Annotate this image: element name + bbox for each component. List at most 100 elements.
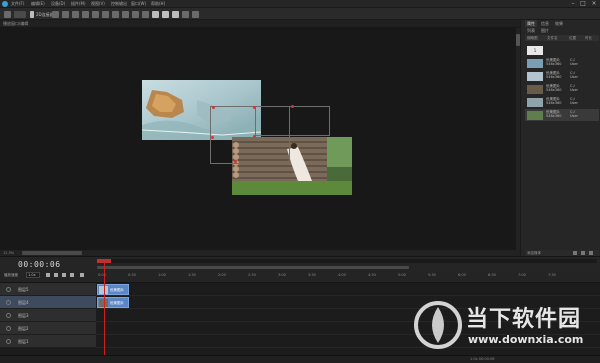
minimize-icon[interactable]: – (568, 0, 578, 8)
menu-file[interactable]: 文件(F) (11, 1, 24, 7)
tick: 7:30 (548, 273, 556, 277)
transform-handle[interactable] (253, 135, 256, 138)
timeline-zoom-slider[interactable] (97, 266, 409, 269)
select-tool-icon[interactable] (52, 11, 59, 18)
track-label: 图层1 (18, 339, 29, 344)
play-icon[interactable] (54, 273, 58, 277)
transform-handle[interactable] (234, 160, 237, 163)
media-name: 优美图片 546x360 (546, 97, 562, 105)
visibility-icon[interactable] (6, 339, 11, 344)
mode-icon[interactable] (30, 11, 34, 18)
tick: 7:00 (518, 273, 526, 277)
subtab-image[interactable]: 图片 (539, 27, 551, 34)
shape-tool-icon[interactable] (162, 11, 169, 18)
col-thumb[interactable]: 缩略图 (527, 36, 538, 41)
move-tool-icon[interactable] (62, 11, 69, 18)
col-location[interactable]: 位置 (569, 36, 576, 41)
tick: 3:00 (278, 273, 286, 277)
menu-plugin[interactable]: 插件(M) (71, 1, 86, 7)
timeline-ruler[interactable]: 播放速度 1.0x 0:00 0:30 1:00 1:30 2:00 2:30 … (0, 271, 600, 283)
tick: 3:30 (308, 273, 316, 277)
media-name: 优美图片 546x360 (546, 58, 562, 66)
mode-label[interactable]: 2D连接器 (36, 12, 54, 18)
timeline-clip[interactable]: 优美图片 (97, 297, 129, 308)
track-header[interactable]: 图层3 (0, 309, 96, 322)
scrub-bar[interactable] (97, 259, 597, 263)
subtab-list[interactable]: 列表 (525, 27, 537, 34)
track-header[interactable]: 图层5 (0, 283, 96, 296)
track-lane[interactable]: 优美图片 (96, 283, 600, 296)
preview-viewer[interactable]: 播放窗口/编辑 (0, 20, 520, 274)
media-item[interactable]: 1 (525, 44, 599, 56)
flip-icon[interactable] (142, 11, 149, 18)
transport-bar: 00:00:06 (0, 256, 600, 271)
tab-properties[interactable]: 属性 (525, 20, 537, 27)
export-icon[interactable] (192, 11, 199, 18)
menu-device[interactable]: 设备(D) (51, 1, 65, 7)
app-logo-icon (2, 1, 8, 7)
menu-view[interactable]: 视图(V) (91, 1, 105, 7)
menu-bar: 文件(F) 编辑(E) 设备(D) 插件(M) 视图(V) 控制输出 窗口(W)… (0, 0, 600, 8)
settings-icon[interactable] (589, 251, 593, 255)
loop-icon[interactable] (80, 273, 84, 277)
media-path: C:/User (570, 110, 578, 118)
distribute-icon[interactable] (132, 11, 139, 18)
transform-handle[interactable] (211, 136, 214, 139)
menu-window[interactable]: 窗口(W) (131, 1, 146, 7)
tick: 5:30 (428, 273, 436, 277)
toggle-icon[interactable] (4, 11, 11, 18)
grid-view-icon[interactable] (573, 251, 577, 255)
crop-tool-icon[interactable] (92, 11, 99, 18)
maximize-icon[interactable]: □ (578, 0, 588, 8)
col-name[interactable]: 文件名 (547, 36, 558, 41)
tab-info[interactable]: 信息 (539, 20, 551, 27)
visibility-icon[interactable] (6, 313, 11, 318)
media-item[interactable]: 优美图片 546x360 C:/User (525, 96, 599, 108)
tick: 1:00 (158, 273, 166, 277)
prev-frame-icon[interactable] (46, 273, 50, 277)
media-item[interactable]: 优美图片 546x360 C:/User (525, 57, 599, 69)
speed-select[interactable]: 1.0x (26, 272, 40, 278)
transform-handle[interactable] (253, 106, 256, 109)
media-panel: 属性 信息 效果 列表 图片 缩略图 文件名 位置 时长 1 优美图片 546x3… (520, 20, 600, 256)
tick: 2:30 (248, 273, 256, 277)
col-duration[interactable]: 时长 (585, 36, 592, 41)
timeline-clip[interactable]: 优美图片 (97, 284, 129, 295)
scale-tool-icon[interactable] (82, 11, 89, 18)
track-header-selected[interactable]: 图层4 (0, 296, 96, 309)
hscroll-thumb[interactable] (22, 251, 82, 255)
stop-icon[interactable] (62, 273, 66, 277)
tab-effects[interactable]: 效果 (553, 20, 565, 27)
align-right-icon[interactable] (122, 11, 129, 18)
list-view-icon[interactable] (581, 251, 585, 255)
track-label: 图层4 (18, 300, 29, 305)
align-center-icon[interactable] (112, 11, 119, 18)
close-icon[interactable]: × (589, 0, 599, 8)
mask-tool-icon[interactable] (172, 11, 179, 18)
media-name: 优美图片 546x360 (546, 84, 562, 92)
menu-output[interactable]: 控制输出 (111, 1, 127, 7)
timecode: 00:00:06 (18, 260, 61, 269)
text-tool-icon[interactable] (152, 11, 159, 18)
media-item-selected[interactable]: 优美图片 546x360 C:/User (525, 109, 599, 121)
media-item[interactable]: 优美图片 546x360 C:/User (525, 83, 599, 95)
watermark-title: 当下软件园 (466, 307, 582, 332)
transform-handle[interactable] (212, 106, 215, 109)
track-header[interactable]: 图层2 (0, 322, 96, 335)
track-header[interactable]: 图层1 (0, 335, 96, 348)
rotate-tool-icon[interactable] (72, 11, 79, 18)
dropdown-button[interactable] (14, 11, 26, 18)
playhead[interactable] (104, 262, 105, 357)
menu-help[interactable]: 帮助(H) (151, 1, 165, 7)
transform-handle[interactable] (291, 105, 294, 108)
tick: 6:30 (488, 273, 496, 277)
transform-box[interactable] (255, 106, 330, 136)
menu-edit[interactable]: 编辑(E) (31, 1, 45, 7)
layer-icon[interactable] (182, 11, 189, 18)
visibility-icon[interactable] (6, 326, 11, 331)
visibility-icon[interactable] (6, 287, 11, 292)
align-left-icon[interactable] (102, 11, 109, 18)
visibility-icon[interactable] (6, 300, 11, 305)
media-item[interactable]: 优美图片 546x360 C:/User (525, 70, 599, 82)
next-frame-icon[interactable] (70, 273, 74, 277)
